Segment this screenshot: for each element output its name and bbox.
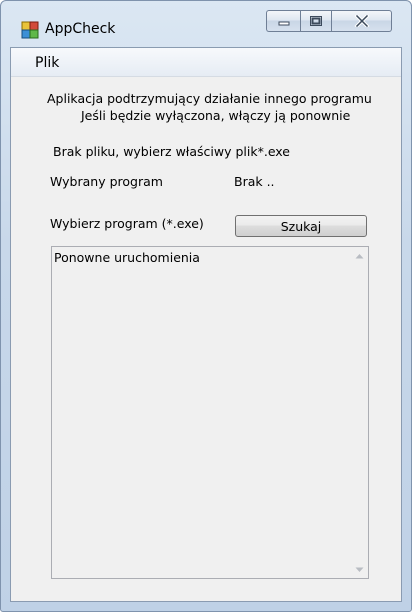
description-line-1: Aplikacja podtrzymujący działanie innego…: [47, 91, 372, 106]
selected-program-value: Brak ..: [234, 174, 275, 189]
maximize-button[interactable]: [300, 10, 332, 32]
arrow-up-icon: [355, 253, 364, 258]
vertical-scrollbar[interactable]: [351, 247, 368, 578]
choose-program-label: Wybierz program (*.exe): [50, 216, 204, 231]
title-bar[interactable]: AppCheck: [1, 1, 411, 47]
window-title: AppCheck: [45, 21, 116, 37]
maximize-icon: [310, 16, 322, 26]
menu-item-plik[interactable]: Plik: [35, 55, 59, 71]
selected-program-label: Wybrany program: [50, 174, 163, 189]
restart-log-textarea[interactable]: Ponowne uruchomienia: [51, 246, 369, 579]
client-area: Plik Aplikacja podtrzymujący działanie i…: [10, 47, 402, 602]
menu-bar: Plik: [11, 48, 401, 77]
scroll-down-button[interactable]: [351, 561, 368, 578]
minimize-icon: [278, 21, 289, 26]
app-window: AppCheck Plik Aplikacja podtrzymujący dz…: [0, 0, 412, 612]
scroll-up-button[interactable]: [351, 247, 368, 264]
restart-log-text: Ponowne uruchomienia: [54, 250, 200, 265]
status-text: Brak pliku, wybierz właściwy plik*.exe: [53, 144, 290, 159]
arrow-down-icon: [355, 567, 364, 572]
close-button[interactable]: [332, 10, 392, 32]
description-line-2: Jeśli będzie wyłączona, włączy ją ponown…: [81, 108, 351, 123]
appcheck-icon: [21, 21, 39, 39]
search-button[interactable]: Szukaj: [235, 215, 367, 237]
close-icon: [354, 15, 369, 27]
minimize-button[interactable]: [266, 10, 300, 32]
